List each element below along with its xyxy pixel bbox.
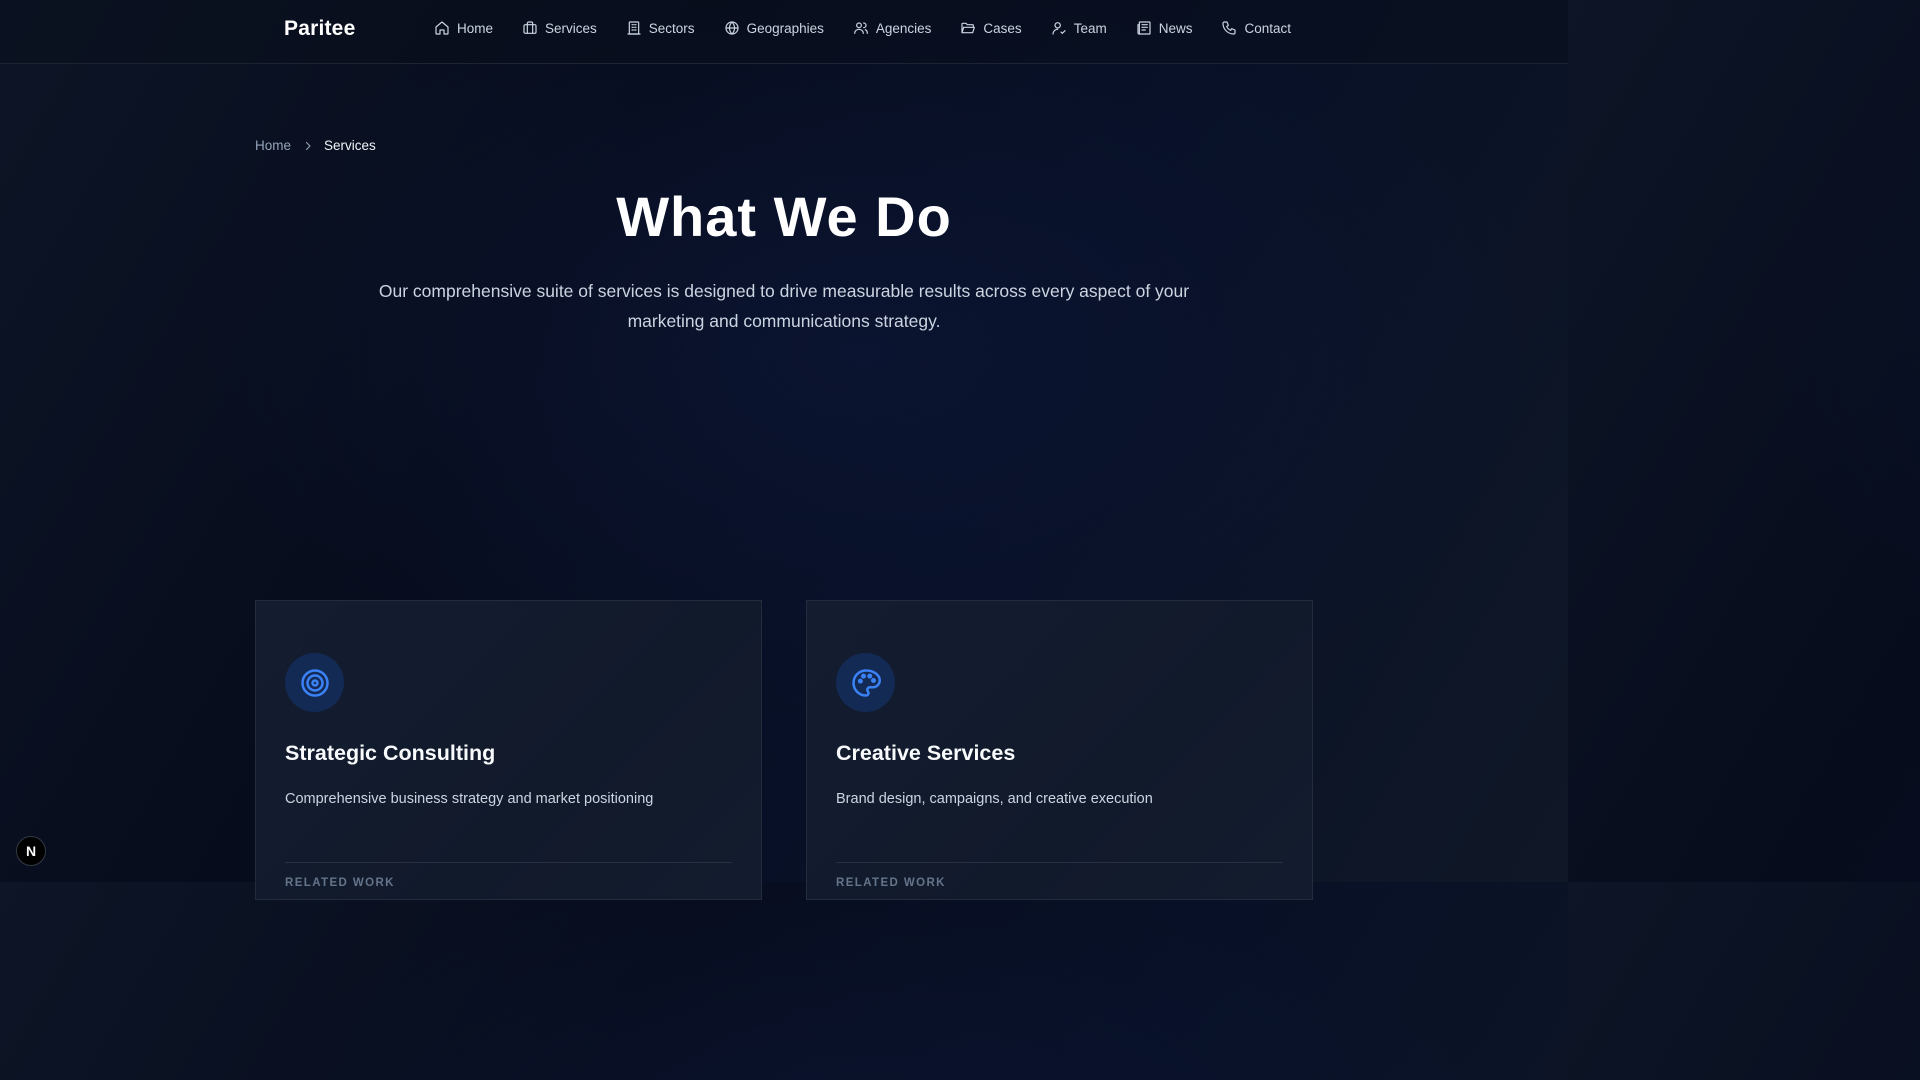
nav-label: Agencies — [875, 20, 932, 36]
nav-item-services[interactable]: Services — [522, 20, 597, 36]
page-title: What We Do — [616, 185, 952, 248]
palette-icon — [836, 653, 895, 712]
related-work-label: RELATED WORK — [836, 877, 946, 889]
nav-label: Team — [1073, 20, 1107, 36]
phone-icon — [1222, 21, 1237, 35]
nav-item-team[interactable]: Team — [1051, 20, 1107, 36]
main-nav: Home Services Sectors Geographies Agenci… — [434, 20, 1291, 36]
nav-item-agencies[interactable]: Agencies — [853, 20, 932, 36]
page-subtitle: Our comprehensive suite of services is d… — [378, 281, 1190, 331]
service-card-creative-services[interactable]: Creative Services Brand design, campaign… — [806, 600, 1313, 900]
target-icon — [285, 653, 344, 712]
breadcrumb-home-link[interactable]: Home — [255, 138, 291, 153]
nav-label: Services — [545, 20, 597, 36]
nav-label: Contact — [1244, 20, 1291, 36]
card-title: Strategic Consulting — [285, 741, 496, 765]
card-divider — [285, 862, 732, 863]
top-navbar: Paritee Home Services Sectors Geographie… — [0, 0, 1568, 64]
card-divider — [836, 862, 1283, 863]
globe-icon — [724, 21, 739, 35]
nav-label: Geographies — [746, 20, 824, 36]
card-title: Creative Services — [836, 741, 1016, 765]
service-card-strategic-consulting[interactable]: Strategic Consulting Comprehensive busin… — [255, 600, 762, 900]
nav-item-geographies[interactable]: Geographies — [724, 20, 824, 36]
building-icon — [627, 21, 641, 35]
nav-item-sectors[interactable]: Sectors — [626, 20, 695, 36]
home-icon — [435, 21, 449, 35]
nav-label: Cases — [983, 20, 1022, 36]
breadcrumb-current: Services — [324, 138, 376, 153]
users-icon — [853, 22, 868, 34]
breadcrumb: Home Services — [255, 138, 376, 153]
user-check-icon — [1052, 22, 1066, 35]
nav-item-cases[interactable]: Cases — [960, 20, 1022, 36]
chevron-right-icon — [302, 140, 314, 152]
brand-logo[interactable]: Paritee — [284, 17, 355, 41]
nav-label: News — [1158, 20, 1193, 36]
newspaper-icon — [1137, 21, 1151, 35]
related-work-label: RELATED WORK — [285, 877, 395, 889]
briefcase-icon — [523, 21, 537, 34]
folder-open-icon — [961, 22, 976, 34]
nav-item-home[interactable]: Home — [434, 20, 493, 36]
nav-label: Home — [457, 20, 494, 36]
card-description: Comprehensive business strategy and mark… — [285, 791, 654, 807]
nav-item-news[interactable]: News — [1136, 20, 1193, 36]
nav-item-contact[interactable]: Contact — [1221, 20, 1291, 36]
nav-label: Sectors — [648, 20, 695, 36]
card-description: Brand design, campaigns, and creative ex… — [836, 791, 1153, 807]
nextjs-devtools-button[interactable]: N — [16, 836, 46, 866]
